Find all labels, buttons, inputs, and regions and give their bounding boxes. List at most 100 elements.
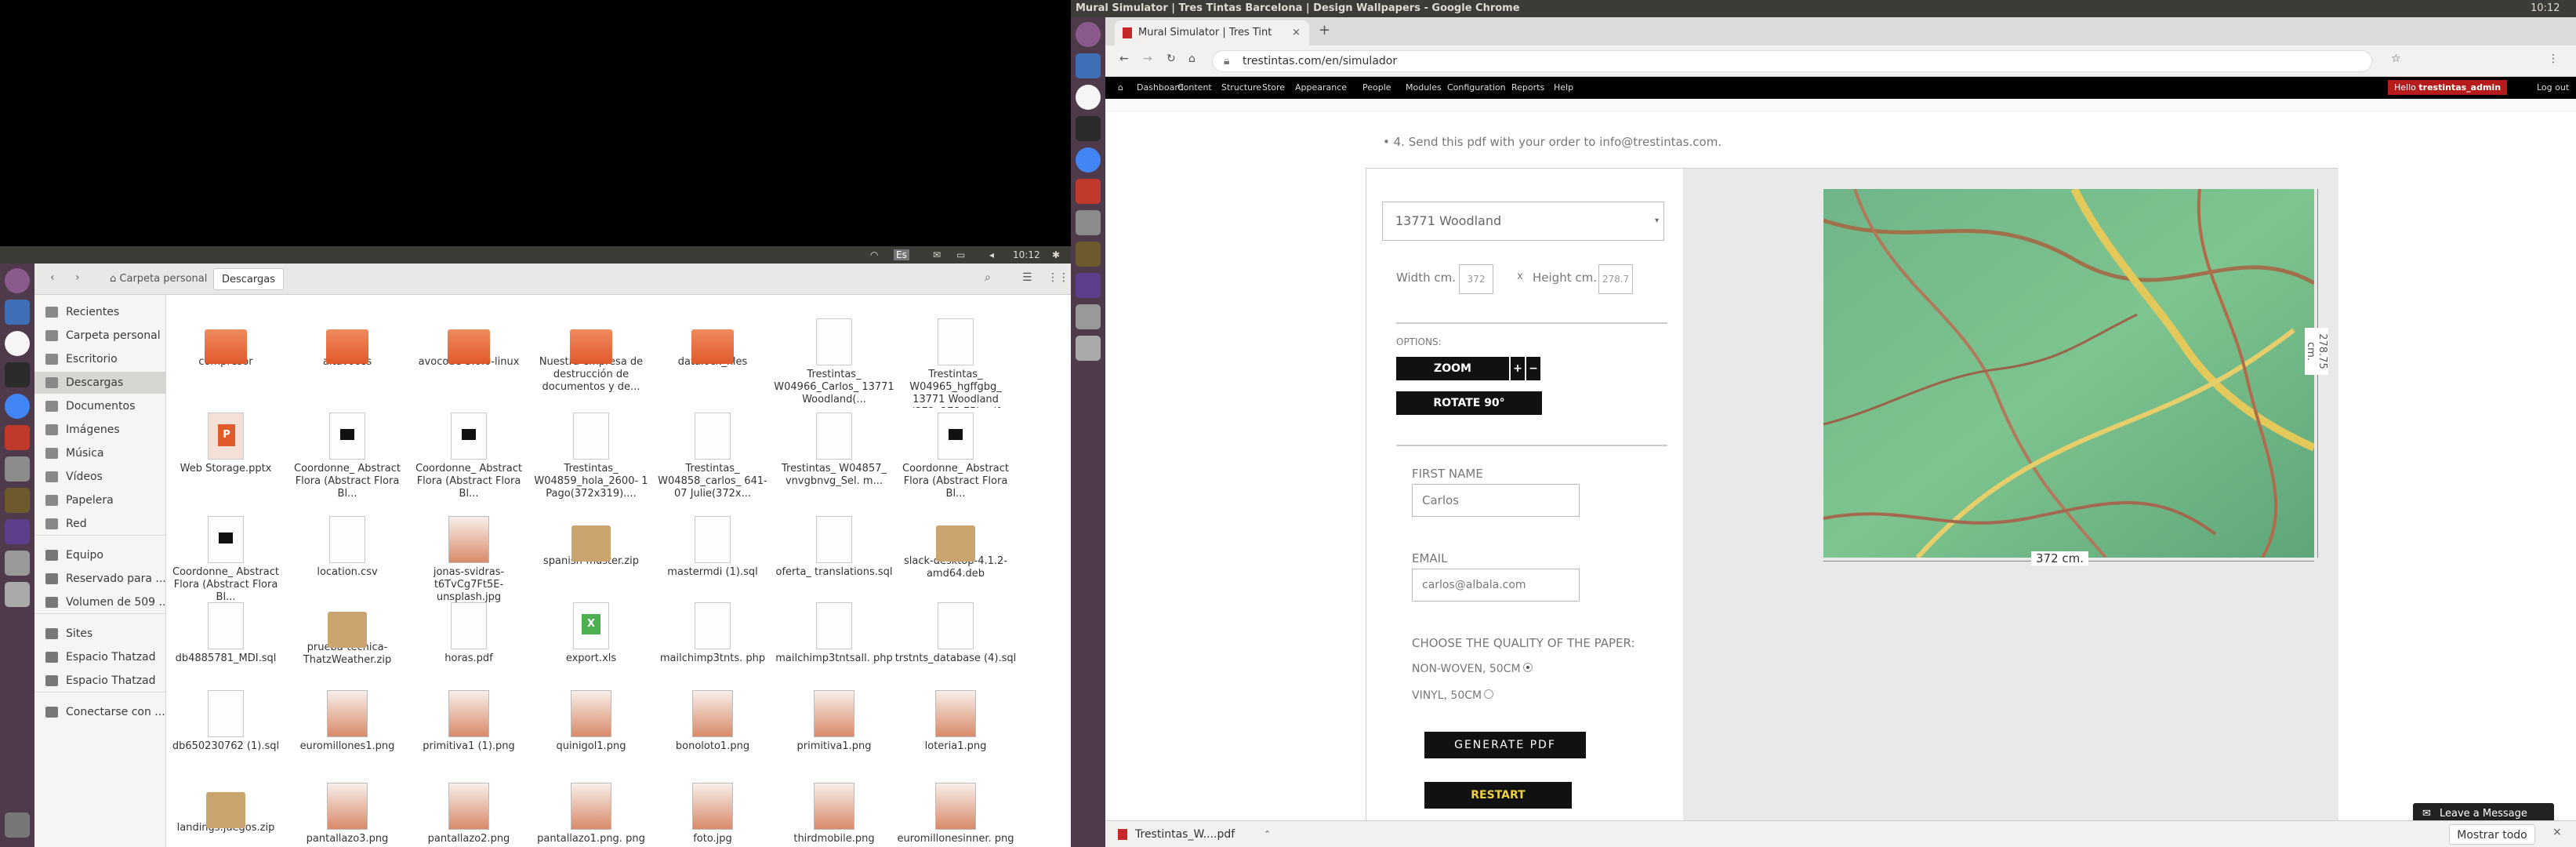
file-item[interactable]: compresor [165, 318, 287, 369]
file-item[interactable]: euromillones1.png [286, 690, 408, 753]
file-item[interactable]: Trestintas_ W04966_Carlos_ 13771 Woodlan… [773, 318, 895, 406]
drive-icon[interactable] [5, 582, 30, 607]
file-item[interactable]: pantallazo2.png [408, 783, 530, 845]
sidebar-item[interactable]: Vídeos [34, 466, 166, 488]
files-app-icon[interactable] [5, 300, 30, 325]
file-item[interactable]: location.csv [286, 516, 408, 579]
address-bar[interactable]: 🔒︎ trestintas.com/en/simulador [1212, 50, 2372, 72]
download-item[interactable]: Trestintas_W....pdf ⌃ [1113, 824, 1278, 845]
sidebar-item[interactable]: Espacio Thatzad [34, 670, 166, 692]
file-item[interactable]: Trestintas_ W04858_carlos_ 641-07 Julie(… [651, 413, 774, 500]
radio-nonwoven[interactable] [1523, 663, 1533, 672]
file-item[interactable]: Trestintas_ W04859_hola_2600- 1 Pago(372… [530, 413, 652, 500]
file-item[interactable]: loteria1.png [894, 690, 1017, 753]
volume-icon[interactable]: ◂ [989, 249, 994, 260]
ubuntu-dash-icon[interactable] [1076, 22, 1101, 47]
file-item[interactable]: prueba-tecnica- ThatzWeather.zip [286, 602, 408, 667]
app-icon[interactable] [1076, 273, 1101, 298]
clock-time[interactable]: 10:12 [1013, 249, 1040, 260]
sidebar-item[interactable]: Imágenes [34, 419, 166, 441]
app-icon[interactable] [5, 456, 30, 482]
mail-icon[interactable]: ✉ [933, 249, 941, 260]
sidebar-item[interactable]: Música [34, 442, 166, 464]
rotate-button[interactable]: ROTATE 90° [1396, 391, 1542, 415]
admin-menu-item[interactable]: Content [1177, 82, 1212, 93]
file-item[interactable]: landings.juegos.zip [165, 783, 287, 834]
sidebar-item[interactable]: Volumen de 509 ... [34, 591, 166, 613]
drive-icon[interactable] [5, 551, 30, 576]
tab-mural-simulator[interactable]: Mural Simulator | Tres Tint × [1115, 20, 1309, 45]
admin-menu-item[interactable]: Configuration [1447, 82, 1506, 93]
close-icon[interactable]: × [2552, 826, 2562, 838]
file-item[interactable]: pantallazo3.png [286, 783, 408, 845]
first-name-input[interactable]: Carlos [1412, 484, 1580, 517]
menu-dots-icon[interactable]: ⋮ [2548, 53, 2559, 65]
sidebar-item[interactable]: Conectarse con ... [34, 701, 166, 723]
sidebar-item[interactable]: Reservado para ... [34, 568, 166, 590]
file-item[interactable]: mailchimp3tnts. php [651, 602, 774, 665]
back-icon[interactable]: ‹ [50, 271, 55, 284]
breadcrumb-current[interactable]: Descargas [213, 268, 285, 290]
email-input[interactable]: carlos@albala.com [1412, 569, 1580, 602]
breadcrumb-home[interactable]: ⌂ Carpeta personal [102, 268, 215, 290]
app-icon[interactable] [5, 488, 30, 513]
forward-icon[interactable]: › [75, 271, 80, 284]
sidebar-item[interactable]: Escritorio [34, 348, 166, 370]
bookmark-star-icon[interactable]: ☆ [2391, 53, 2401, 65]
file-item[interactable]: datalock_files [651, 318, 774, 369]
grid-view-icon[interactable]: ⋮⋮ [1047, 271, 1069, 284]
keyboard-lang-indicator[interactable]: Es [894, 249, 909, 260]
zoom-in-button[interactable]: + [1511, 357, 1525, 380]
file-item[interactable]: Coordonne_ Abstract Flora (Abstract Flor… [286, 413, 408, 500]
file-item[interactable]: Trestintas_ W04965_hgffgbg_ 13771 Woodla… [894, 318, 1017, 408]
filezilla-icon[interactable] [1076, 179, 1101, 204]
sidebar-item[interactable]: Sites [34, 623, 166, 645]
admin-menu-item[interactable]: Reports [1511, 82, 1544, 93]
admin-menu-item[interactable]: Structure [1221, 82, 1261, 93]
list-view-icon[interactable]: ☰ [1022, 271, 1032, 284]
restart-button[interactable]: RESTART [1424, 782, 1572, 809]
file-item[interactable]: mastermdi (1).sql [651, 516, 774, 579]
file-item[interactable]: mailchimp3tntsall. php [773, 602, 895, 665]
new-tab-icon[interactable]: + [1319, 22, 1330, 38]
file-item[interactable]: thirdmobile.png [773, 783, 895, 845]
reload-icon[interactable]: ↻ [1166, 53, 1176, 65]
file-item[interactable]: primitiva1 (1).png [408, 690, 530, 753]
app-icon[interactable] [5, 519, 30, 544]
sidebar-item[interactable]: Papelera [34, 489, 166, 511]
gear-icon[interactable]: ✱ [1052, 249, 1060, 260]
battery-icon[interactable]: ▭ [956, 249, 965, 260]
chrome-icon[interactable] [1076, 147, 1101, 173]
chrome-icon[interactable] [5, 394, 30, 419]
file-item[interactable]: Nuestra empresa de destrucción de docume… [530, 318, 652, 394]
file-item[interactable]: pantallazo1.png. png [530, 783, 652, 845]
file-item[interactable]: avocode-3.0.0-linux [408, 318, 530, 369]
terminal-icon[interactable] [1076, 116, 1101, 141]
clock-time[interactable]: 10:12 [2531, 2, 2560, 14]
search-icon[interactable]: ⌕ [985, 271, 991, 284]
file-item[interactable]: trstnts_database (4).sql [894, 602, 1017, 665]
close-tab-icon[interactable]: × [1292, 20, 1301, 45]
sidebar-item[interactable]: Documentos [34, 395, 166, 417]
show-all-button[interactable]: Mostrar todo [2449, 824, 2535, 845]
radio-vinyl[interactable] [1484, 689, 1493, 699]
file-item[interactable]: Xexport.xls [530, 602, 652, 665]
admin-menu-item[interactable]: Appearance [1295, 82, 1347, 93]
file-item[interactable]: Trestintas_ W04857_ vnvgbnvg_Sel. m... [773, 413, 895, 488]
admin-menu-item[interactable]: People [1362, 82, 1391, 93]
trash-icon[interactable] [5, 812, 30, 838]
terminal-icon[interactable] [5, 362, 30, 387]
sidebar-item[interactable]: Carpeta personal [34, 325, 166, 347]
back-icon[interactable]: ← [1119, 53, 1129, 65]
height-input[interactable]: 278.7 [1598, 264, 1633, 294]
app-icon[interactable] [5, 331, 30, 356]
quality-option-nonwoven[interactable]: NON-WOVEN, 50CM [1412, 663, 1521, 675]
forward-icon[interactable]: → [1143, 53, 1152, 65]
app-icon[interactable] [1076, 210, 1101, 235]
file-item[interactable]: bonoloto1.png [651, 690, 774, 753]
mural-preview-image[interactable] [1823, 189, 2314, 558]
file-item[interactable]: Coordonne_ Abstract Flora (Abstract Flor… [165, 516, 287, 604]
filezilla-icon[interactable] [5, 425, 30, 450]
drive-icon[interactable] [1076, 336, 1101, 361]
leave-message-widget[interactable]: ✉ Leave a Message [2413, 803, 2554, 820]
